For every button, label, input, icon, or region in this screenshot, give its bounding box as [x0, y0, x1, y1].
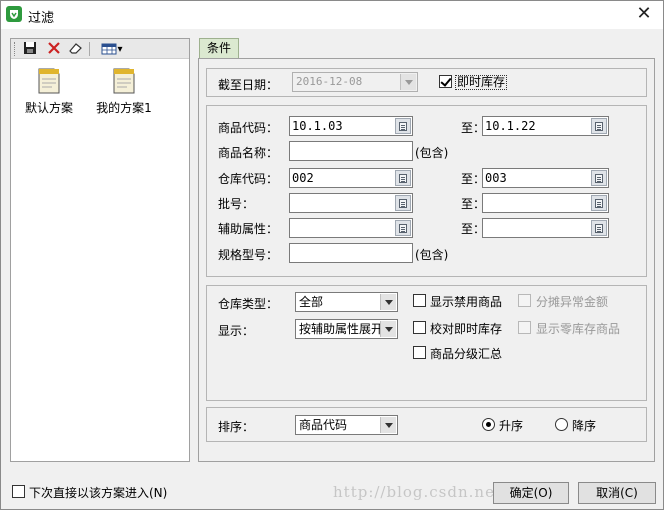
lookup-icon[interactable] — [395, 195, 411, 211]
sort-field-select[interactable]: 商品代码 — [295, 415, 398, 435]
scheme-toolbar: ▾ — [11, 39, 189, 59]
cutoff-date-picker[interactable]: 2016-12-08 — [292, 72, 418, 92]
product-code-from-value: 10.1.03 — [292, 119, 343, 133]
aux-attr-label: 辅助属性： — [218, 222, 279, 236]
title-bar: 过滤 ✕ — [1, 1, 663, 29]
scheme-label: 默认方案 — [24, 101, 73, 115]
toolbar-grip[interactable] — [14, 42, 17, 56]
scheme-item-my-scheme-1[interactable]: 我的方案1 — [89, 67, 159, 116]
scheme-label: 我的方案1 — [96, 101, 152, 115]
sort-ascending-radio[interactable] — [482, 418, 495, 431]
batch-to-input[interactable] — [482, 193, 609, 213]
show-disabled-checkbox[interactable] — [413, 294, 426, 307]
lookup-icon[interactable] — [591, 118, 607, 134]
product-code-from-input[interactable]: 10.1.03 — [289, 116, 413, 136]
chevron-down-icon[interactable] — [380, 321, 396, 337]
window-title: 过滤 — [28, 11, 55, 26]
spec-model-contains-label: (包含) — [415, 248, 449, 262]
scheme-document-icon — [38, 68, 60, 94]
sort-group: 排序： 商品代码 升序 降序 — [206, 407, 647, 442]
lookup-icon[interactable] — [395, 118, 411, 134]
cutoff-date-value: 2016-12-08 — [296, 75, 363, 88]
spec-model-label: 规格型号： — [218, 248, 279, 262]
product-code-to-value: 10.1.22 — [485, 119, 536, 133]
enter-directly-label: 下次直接以该方案进入(N) — [29, 486, 168, 500]
aux-attr-from-input[interactable] — [289, 218, 413, 238]
warehouse-code-from-input[interactable]: 002 — [289, 168, 413, 188]
warehouse-code-to-input[interactable]: 003 — [482, 168, 609, 188]
options-group: 仓库类型： 全部 显示： 按辅助属性展开 显示禁用商品 校对即时库存 商品分级汇… — [206, 285, 647, 401]
spec-model-input[interactable] — [289, 243, 413, 263]
category-summary-label: 商品分级汇总 — [430, 347, 503, 361]
lookup-icon[interactable] — [591, 170, 607, 186]
chevron-down-icon[interactable] — [380, 417, 396, 433]
app-icon — [6, 6, 22, 22]
batch-from-input[interactable] — [289, 193, 413, 213]
show-disabled-label: 显示禁用商品 — [430, 295, 503, 309]
lookup-icon[interactable] — [591, 195, 607, 211]
watermark-text: http://blog.csdn.net/ — [333, 483, 509, 501]
filter-dialog: 过滤 ✕ ▾ 默认方案 我的方案1 条件 截至日期： 2016-12-08 即时… — [0, 0, 664, 510]
warehouse-code-label: 仓库代码： — [218, 172, 279, 186]
product-code-to-input[interactable]: 10.1.22 — [482, 116, 609, 136]
lookup-icon[interactable] — [395, 220, 411, 236]
chevron-down-icon: ▾ — [117, 44, 123, 55]
sort-descending-label: 降序 — [572, 419, 597, 433]
warehouse-type-label: 仓库类型： — [218, 297, 279, 311]
cutoff-date-label: 截至日期： — [218, 78, 279, 92]
save-icon[interactable] — [21, 41, 39, 57]
sort-label: 排序： — [218, 420, 255, 434]
columns-menu-button[interactable]: ▾ — [95, 41, 129, 57]
conditions-panel: 截至日期： 2016-12-08 即时库存 商品代码： 10.1.03 至： 1… — [198, 58, 655, 462]
delete-icon[interactable] — [45, 41, 63, 57]
toolbar-separator — [89, 42, 90, 56]
lookup-icon[interactable] — [395, 170, 411, 186]
scheme-panel: ▾ 默认方案 我的方案1 — [10, 38, 190, 462]
chevron-down-icon[interactable] — [400, 74, 416, 90]
chevron-down-icon[interactable] — [380, 294, 396, 310]
category-summary-checkbox[interactable] — [413, 346, 426, 359]
aux-attr-to-input[interactable] — [482, 218, 609, 238]
sort-descending-radio[interactable] — [555, 418, 568, 431]
ok-button[interactable]: 确定(O) — [493, 482, 569, 504]
check-instant-stock-label: 校对即时库存 — [430, 322, 503, 336]
eraser-icon[interactable] — [67, 41, 85, 57]
instant-stock-label: 即时库存 — [455, 75, 508, 90]
product-name-input[interactable] — [289, 141, 413, 161]
warehouse-type-select[interactable]: 全部 — [295, 292, 398, 312]
product-name-contains-label: (包含) — [415, 146, 449, 160]
allocate-abnormal-label: 分摊异常金额 — [536, 295, 609, 309]
cancel-button[interactable]: 取消(C) — [578, 482, 656, 504]
sort-field-value: 商品代码 — [299, 418, 348, 432]
scheme-item-default[interactable]: 默认方案 — [14, 67, 84, 116]
lookup-icon[interactable] — [591, 220, 607, 236]
tab-conditions[interactable]: 条件 — [199, 38, 239, 59]
check-instant-stock-checkbox[interactable] — [413, 321, 426, 334]
filter-group: 商品代码： 10.1.03 至： 10.1.22 商品名称： (包含) 仓库代码… — [206, 105, 647, 277]
show-zero-stock-checkbox[interactable] — [518, 321, 531, 334]
date-group: 截至日期： 2016-12-08 即时库存 — [206, 68, 647, 97]
show-zero-stock-label: 显示零库存商品 — [536, 322, 621, 336]
instant-stock-checkbox[interactable] — [439, 75, 452, 88]
display-select[interactable]: 按辅助属性展开 — [295, 319, 398, 339]
warehouse-code-from-value: 002 — [292, 171, 314, 185]
scheme-document-icon — [113, 68, 135, 94]
batch-label: 批号： — [218, 197, 255, 211]
allocate-abnormal-checkbox[interactable] — [518, 294, 531, 307]
warehouse-code-to-value: 003 — [485, 171, 507, 185]
warehouse-type-value: 全部 — [299, 295, 324, 309]
display-value: 按辅助属性展开 — [299, 322, 384, 336]
close-button[interactable]: ✕ — [633, 4, 655, 24]
product-code-label: 商品代码： — [218, 121, 279, 135]
display-label: 显示： — [218, 324, 255, 338]
enter-directly-checkbox[interactable] — [12, 485, 25, 498]
product-name-label: 商品名称： — [218, 146, 279, 160]
sort-ascending-label: 升序 — [499, 419, 524, 433]
